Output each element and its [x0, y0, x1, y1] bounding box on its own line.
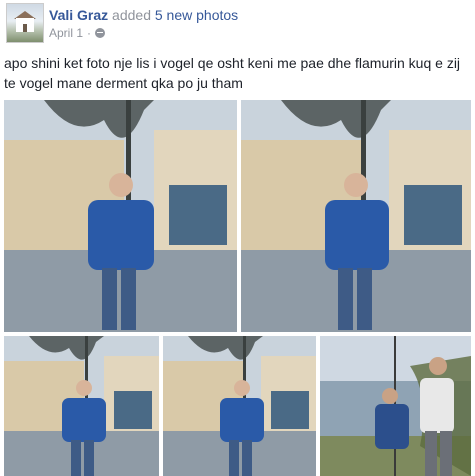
new-photos-link[interactable]: 5 new photos: [155, 7, 238, 23]
photo-5[interactable]: [320, 336, 471, 476]
post-text: apo shini ket foto nje lis i vogel qe os…: [4, 55, 461, 91]
meta-separator: ·: [87, 26, 92, 40]
globe-icon[interactable]: [95, 28, 106, 38]
post-date-link[interactable]: April 1: [49, 26, 83, 40]
action-text: added: [112, 7, 151, 23]
city-square-photo-graphic: [4, 336, 159, 476]
post-headline: Vali Graz added 5 new photos: [49, 7, 238, 23]
photo-4[interactable]: [163, 336, 316, 476]
author-name-link[interactable]: Vali Graz: [49, 7, 108, 23]
profile-avatar[interactable]: [6, 3, 44, 43]
city-square-photo-graphic: [163, 336, 316, 476]
post-header: Vali Graz added 5 new photos April 1 ·: [0, 0, 475, 50]
lake-photo-graphic: [320, 336, 471, 476]
photo-2[interactable]: [241, 100, 471, 332]
photo-3[interactable]: [4, 336, 159, 476]
house-door-shape: [23, 24, 27, 32]
city-square-photo-graphic: [4, 100, 237, 332]
photo-1[interactable]: [4, 100, 237, 332]
city-square-photo-graphic: [241, 100, 471, 332]
post-meta: April 1 ·: [49, 26, 106, 40]
